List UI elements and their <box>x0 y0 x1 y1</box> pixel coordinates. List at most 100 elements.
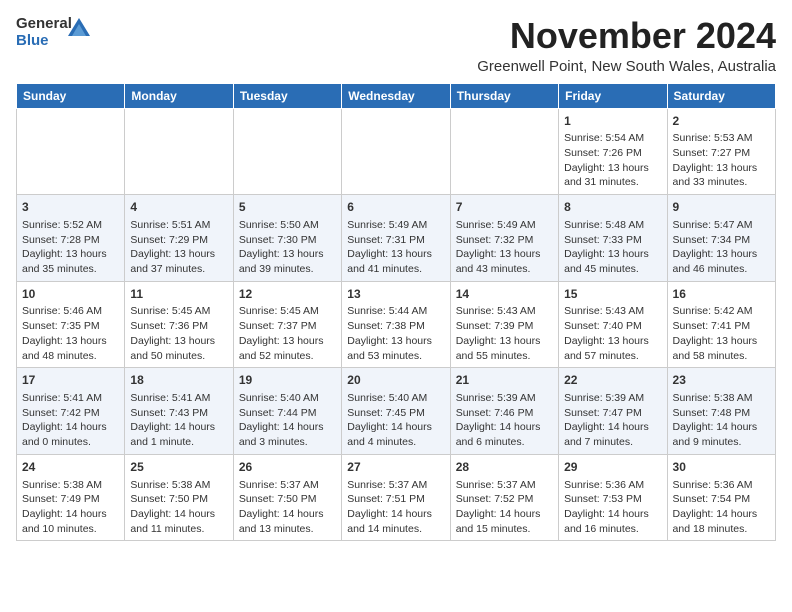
day-info: Sunrise: 5:53 AMSunset: 7:27 PMDaylight:… <box>673 131 770 190</box>
day-info: Sunrise: 5:37 AMSunset: 7:52 PMDaylight:… <box>456 478 553 537</box>
header: General Blue November 2024 Greenwell Poi… <box>16 16 776 75</box>
calendar-cell: 23Sunrise: 5:38 AMSunset: 7:48 PMDayligh… <box>667 368 775 455</box>
day-number: 27 <box>347 459 444 476</box>
day-info: Sunrise: 5:43 AMSunset: 7:40 PMDaylight:… <box>564 304 661 363</box>
day-info: Sunrise: 5:54 AMSunset: 7:26 PMDaylight:… <box>564 131 661 190</box>
calendar-cell: 18 Sunrise: 5:41 AMSunset: 7:43 PMDayligh… <box>125 368 233 455</box>
calendar-cell: 11Sunrise: 5:45 AMSunset: 7:36 PMDayligh… <box>125 281 233 368</box>
day-number: 26 <box>239 459 336 476</box>
calendar-cell: 20 Sunrise: 5:40 AMSunset: 7:45 PMDayligh… <box>342 368 450 455</box>
calendar-day-header: Wednesday <box>342 83 450 108</box>
calendar-cell: 4Sunrise: 5:51 AMSunset: 7:29 PMDaylight… <box>125 195 233 282</box>
calendar-cell <box>17 108 125 195</box>
day-number: 6 <box>347 199 444 216</box>
calendar-cell: 22 Sunrise: 5:39 AMSunset: 7:47 PMDayligh… <box>559 368 667 455</box>
day-info: Sunrise: 5:45 AMSunset: 7:36 PMDaylight:… <box>130 304 227 363</box>
day-number: 25 <box>130 459 227 476</box>
calendar-cell: 9 Sunrise: 5:47 AMSunset: 7:34 PMDaylight… <box>667 195 775 282</box>
day-info: Sunrise: 5:40 AMSunset: 7:45 PMDaylight:… <box>347 391 444 450</box>
day-number: 5 <box>239 199 336 216</box>
calendar-week-row: 24 Sunrise: 5:38 AMSunset: 7:49 PMDayligh… <box>17 454 776 541</box>
day-number: 28 <box>456 459 553 476</box>
day-number: 22 <box>564 372 661 389</box>
calendar-cell <box>233 108 341 195</box>
calendar-cell <box>342 108 450 195</box>
day-number: 2 <box>673 113 770 130</box>
calendar-cell: 28 Sunrise: 5:37 AMSunset: 7:52 PMDayligh… <box>450 454 558 541</box>
subtitle: Greenwell Point, New South Wales, Austra… <box>477 58 776 75</box>
day-info: Sunrise: 5:39 AMSunset: 7:46 PMDaylight:… <box>456 391 553 450</box>
day-number: 24 <box>22 459 119 476</box>
calendar-cell: 24 Sunrise: 5:38 AMSunset: 7:49 PMDayligh… <box>17 454 125 541</box>
day-info: Sunrise: 5:50 AMSunset: 7:30 PMDaylight:… <box>239 218 336 277</box>
calendar-cell: 30 Sunrise: 5:36 AMSunset: 7:54 PMDayligh… <box>667 454 775 541</box>
day-number: 13 <box>347 286 444 303</box>
calendar-cell: 10Sunrise: 5:46 AMSunset: 7:35 PMDayligh… <box>17 281 125 368</box>
day-info: Sunrise: 5:47 AMSunset: 7:34 PMDaylight:… <box>673 218 770 277</box>
day-number: 8 <box>564 199 661 216</box>
calendar-day-header: Tuesday <box>233 83 341 108</box>
logo-blue: Blue <box>16 32 49 49</box>
day-number: 11 <box>130 286 227 303</box>
calendar-cell: 2Sunrise: 5:53 AMSunset: 7:27 PMDaylight… <box>667 108 775 195</box>
day-info: Sunrise: 5:43 AMSunset: 7:39 PMDaylight:… <box>456 304 553 363</box>
day-info: Sunrise: 5:46 AMSunset: 7:35 PMDaylight:… <box>22 304 119 363</box>
calendar-day-header: Monday <box>125 83 233 108</box>
day-info: Sunrise: 5:49 AMSunset: 7:32 PMDaylight:… <box>456 218 553 277</box>
calendar-cell: 17Sunrise: 5:41 AMSunset: 7:42 PMDayligh… <box>17 368 125 455</box>
day-info: Sunrise: 5:41 AMSunset: 7:43 PMDaylight:… <box>130 391 227 450</box>
day-number: 29 <box>564 459 661 476</box>
day-number: 12 <box>239 286 336 303</box>
calendar-cell: 12Sunrise: 5:45 AMSunset: 7:37 PMDayligh… <box>233 281 341 368</box>
day-info: Sunrise: 5:37 AMSunset: 7:51 PMDaylight:… <box>347 478 444 537</box>
day-info: Sunrise: 5:44 AMSunset: 7:38 PMDaylight:… <box>347 304 444 363</box>
day-number: 30 <box>673 459 770 476</box>
calendar-cell: 29Sunrise: 5:36 AMSunset: 7:53 PMDayligh… <box>559 454 667 541</box>
calendar-cell: 14Sunrise: 5:43 AMSunset: 7:39 PMDayligh… <box>450 281 558 368</box>
day-number: 14 <box>456 286 553 303</box>
day-number: 4 <box>130 199 227 216</box>
day-number: 7 <box>456 199 553 216</box>
calendar-day-header: Sunday <box>17 83 125 108</box>
calendar-day-header: Thursday <box>450 83 558 108</box>
month-title: November 2024 <box>477 16 776 56</box>
calendar-cell <box>125 108 233 195</box>
day-info: Sunrise: 5:38 AMSunset: 7:49 PMDaylight:… <box>22 478 119 537</box>
day-number: 15 <box>564 286 661 303</box>
calendar-cell: 15Sunrise: 5:43 AMSunset: 7:40 PMDayligh… <box>559 281 667 368</box>
calendar-cell: 19Sunrise: 5:40 AMSunset: 7:44 PMDayligh… <box>233 368 341 455</box>
calendar-week-row: 10Sunrise: 5:46 AMSunset: 7:35 PMDayligh… <box>17 281 776 368</box>
day-info: Sunrise: 5:36 AMSunset: 7:54 PMDaylight:… <box>673 478 770 537</box>
calendar-cell: 25 Sunrise: 5:38 AMSunset: 7:50 PMDayligh… <box>125 454 233 541</box>
day-number: 20 <box>347 372 444 389</box>
calendar-cell: 5 Sunrise: 5:50 AMSunset: 7:30 PMDaylight… <box>233 195 341 282</box>
day-number: 17 <box>22 372 119 389</box>
calendar-cell: 27 Sunrise: 5:37 AMSunset: 7:51 PMDayligh… <box>342 454 450 541</box>
day-info: Sunrise: 5:52 AMSunset: 7:28 PMDaylight:… <box>22 218 119 277</box>
day-number: 18 <box>130 372 227 389</box>
calendar-cell: 6 Sunrise: 5:49 AMSunset: 7:31 PMDaylight… <box>342 195 450 282</box>
calendar-cell <box>450 108 558 195</box>
day-info: Sunrise: 5:37 AMSunset: 7:50 PMDaylight:… <box>239 478 336 537</box>
day-info: Sunrise: 5:38 AMSunset: 7:50 PMDaylight:… <box>130 478 227 537</box>
calendar-header-row: SundayMondayTuesdayWednesdayThursdayFrid… <box>17 83 776 108</box>
calendar-cell: 21Sunrise: 5:39 AMSunset: 7:46 PMDayligh… <box>450 368 558 455</box>
day-number: 3 <box>22 199 119 216</box>
day-info: Sunrise: 5:38 AMSunset: 7:48 PMDaylight:… <box>673 391 770 450</box>
calendar-week-row: 17Sunrise: 5:41 AMSunset: 7:42 PMDayligh… <box>17 368 776 455</box>
logo: General Blue <box>16 16 70 56</box>
calendar-day-header: Friday <box>559 83 667 108</box>
calendar-cell: 26 Sunrise: 5:37 AMSunset: 7:50 PMDayligh… <box>233 454 341 541</box>
day-info: Sunrise: 5:49 AMSunset: 7:31 PMDaylight:… <box>347 218 444 277</box>
day-number: 1 <box>564 113 661 130</box>
calendar-cell: 3 Sunrise: 5:52 AMSunset: 7:28 PMDaylight… <box>17 195 125 282</box>
calendar-week-row: 3 Sunrise: 5:52 AMSunset: 7:28 PMDaylight… <box>17 195 776 282</box>
calendar-table: SundayMondayTuesdayWednesdayThursdayFrid… <box>16 83 776 542</box>
day-info: Sunrise: 5:45 AMSunset: 7:37 PMDaylight:… <box>239 304 336 363</box>
calendar-cell: 8Sunrise: 5:48 AMSunset: 7:33 PMDaylight… <box>559 195 667 282</box>
title-area: November 2024 Greenwell Point, New South… <box>477 16 776 75</box>
day-number: 9 <box>673 199 770 216</box>
day-info: Sunrise: 5:39 AMSunset: 7:47 PMDaylight:… <box>564 391 661 450</box>
day-info: Sunrise: 5:40 AMSunset: 7:44 PMDaylight:… <box>239 391 336 450</box>
logo-icon <box>68 18 90 36</box>
